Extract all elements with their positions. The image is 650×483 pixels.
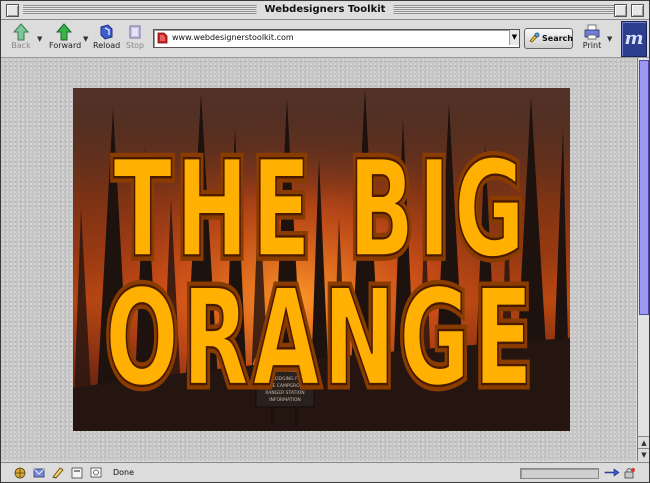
- scroll-down-arrow-icon[interactable]: ▼: [638, 448, 649, 461]
- discussions-icon[interactable]: [89, 466, 103, 479]
- online-status-arrow-icon[interactable]: [604, 466, 620, 479]
- print-label: Print: [582, 41, 602, 50]
- back-dropdown-icon[interactable]: ▼: [37, 35, 42, 43]
- progress-bar: [520, 468, 599, 479]
- search-button[interactable]: Search: [524, 28, 573, 49]
- search-icon: [529, 32, 540, 43]
- address-book-icon[interactable]: [70, 466, 84, 479]
- status-bar: Done: [1, 462, 649, 482]
- scrollbar-thumb[interactable]: [639, 60, 649, 315]
- stop-label: Stop: [125, 41, 145, 50]
- print-dropdown-icon[interactable]: ▼: [607, 35, 612, 43]
- back-button[interactable]: Back: [9, 22, 33, 54]
- security-lock-icon[interactable]: [622, 466, 636, 479]
- back-label: Back: [11, 41, 31, 50]
- forward-button[interactable]: Forward: [49, 22, 82, 54]
- reload-icon: [100, 24, 113, 40]
- collapse-box-button[interactable]: [631, 4, 644, 17]
- stop-icon: [129, 25, 141, 39]
- print-button[interactable]: Print: [579, 22, 605, 54]
- url-history-dropdown-icon[interactable]: ▼: [509, 30, 519, 45]
- reload-button[interactable]: Reload: [93, 22, 121, 54]
- forward-label: Forward: [49, 41, 82, 50]
- address-bar[interactable]: www.webdesignerstoolkit.com: [153, 29, 520, 48]
- close-box-button[interactable]: [6, 4, 19, 17]
- headline-line-2-inline: ORANGE: [105, 262, 536, 416]
- printer-icon: [584, 24, 600, 40]
- forest-fire-scene: GRANT VILLAGE GAS LODGING FOOD STORE CAM…: [73, 88, 570, 431]
- page-proxy-icon: [157, 32, 168, 44]
- browser-window: Webdesigners Toolkit Back ▼ Forward ▼ Re…: [0, 0, 650, 483]
- navigation-toolbar: Back ▼ Forward ▼ Reload Stop www.webdesi…: [1, 20, 649, 58]
- navigator-icon[interactable]: [13, 466, 27, 479]
- forward-dropdown-icon[interactable]: ▼: [83, 35, 88, 43]
- composer-icon[interactable]: [51, 466, 65, 479]
- big-orange-banner-image: GRANT VILLAGE GAS LODGING FOOD STORE CAM…: [73, 88, 570, 431]
- page-content: GRANT VILLAGE GAS LODGING FOOD STORE CAM…: [1, 58, 636, 461]
- stop-button[interactable]: Stop: [123, 22, 147, 54]
- title-bar[interactable]: Webdesigners Toolkit: [1, 1, 649, 20]
- mail-icon[interactable]: [32, 466, 46, 479]
- search-label: Search: [542, 34, 573, 43]
- status-text: Done: [113, 468, 135, 477]
- zoom-box-button[interactable]: [614, 4, 627, 17]
- forward-arrow-icon: [55, 23, 73, 41]
- window-title: Webdesigners Toolkit: [256, 3, 394, 17]
- url-text[interactable]: www.webdesignerstoolkit.com: [172, 32, 294, 44]
- back-arrow-icon: [12, 23, 30, 41]
- reload-label: Reload: [93, 41, 121, 50]
- browser-logo-m[interactable]: m: [621, 21, 647, 57]
- vertical-scrollbar[interactable]: ▲ ▼: [637, 58, 649, 461]
